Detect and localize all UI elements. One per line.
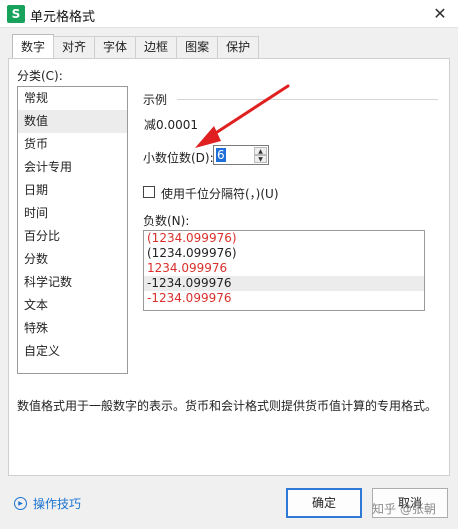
category-item-text[interactable]: 文本 <box>18 294 127 317</box>
tab-font[interactable]: 字体 <box>94 36 137 58</box>
decimal-places-label: 小数位数(D): <box>143 151 214 165</box>
negative-option[interactable]: (1234.099976) <box>144 231 424 246</box>
watermark: 知乎 @张朝 <box>372 502 436 516</box>
category-item-custom[interactable]: 自定义 <box>18 340 127 363</box>
tab-protection[interactable]: 保护 <box>217 36 260 58</box>
play-icon: ▶ <box>14 497 27 510</box>
tab-pattern[interactable]: 图案 <box>176 36 219 58</box>
ok-button[interactable]: 确定 <box>286 488 362 518</box>
thousand-separator-checkbox[interactable] <box>143 186 155 198</box>
sample-label: 示例 <box>143 93 168 107</box>
category-label: 分类(C): <box>17 69 63 83</box>
category-item-general[interactable]: 常规 <box>18 87 127 110</box>
category-item-percentage[interactable]: 百分比 <box>18 225 127 248</box>
negative-option[interactable]: (1234.099976) <box>144 246 424 261</box>
decimal-places-stepper[interactable]: 6 ▲ ▼ <box>213 145 269 165</box>
close-button[interactable]: ✕ <box>428 2 452 26</box>
app-icon: S <box>7 5 25 23</box>
category-item-number[interactable]: 数值 <box>18 110 127 133</box>
category-item-date[interactable]: 日期 <box>18 179 127 202</box>
category-item-scientific[interactable]: 科学记数 <box>18 271 127 294</box>
decimal-places-value[interactable]: 6 <box>216 148 226 162</box>
thousand-separator-label[interactable]: 使用千位分隔符(，)(U) <box>161 185 279 202</box>
category-item-accounting[interactable]: 会计专用 <box>18 156 127 179</box>
format-description: 数值格式用于一般数字的表示。货币和会计格式则提供货币值计算的专用格式。 <box>17 399 438 413</box>
spin-buttons: ▲ ▼ <box>254 147 267 163</box>
tips-label[interactable]: 操作技巧 <box>33 495 81 512</box>
negative-numbers-list[interactable]: (1234.099976) (1234.099976) 1234.099976 … <box>143 230 425 311</box>
tab-border[interactable]: 边框 <box>135 36 178 58</box>
negative-numbers-label: 负数(N): <box>143 214 190 228</box>
tab-alignment[interactable]: 对齐 <box>53 36 96 58</box>
negative-option[interactable]: -1234.099976 <box>144 291 424 306</box>
tips-link[interactable]: ▶ 操作技巧 <box>14 495 81 512</box>
sample-divider <box>177 99 438 100</box>
category-item-currency[interactable]: 货币 <box>18 133 127 156</box>
sample-value: 减0.0001 <box>144 118 198 132</box>
title-bar: S 单元格格式 ✕ <box>0 0 458 28</box>
category-item-special[interactable]: 特殊 <box>18 317 127 340</box>
negative-option[interactable]: 1234.099976 <box>144 261 424 276</box>
negative-option-selected[interactable]: -1234.099976 <box>144 276 424 291</box>
spin-down-button[interactable]: ▼ <box>254 155 267 163</box>
spin-up-button[interactable]: ▲ <box>254 147 267 155</box>
tab-bar: 数字 对齐 字体 边框 图案 保护 <box>12 34 260 58</box>
dialog-title: 单元格格式 <box>30 10 96 25</box>
tab-number[interactable]: 数字 <box>12 34 55 58</box>
category-item-time[interactable]: 时间 <box>18 202 127 225</box>
category-item-fraction[interactable]: 分数 <box>18 248 127 271</box>
category-list[interactable]: 常规 数值 货币 会计专用 日期 时间 百分比 分数 科学记数 文本 特殊 自定… <box>17 86 128 374</box>
